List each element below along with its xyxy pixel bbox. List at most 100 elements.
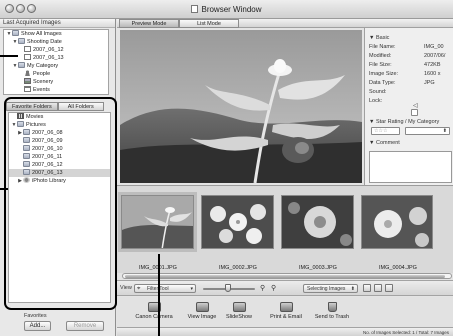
- thumbnail-1[interactable]: [118, 192, 197, 252]
- send-to-trash-button[interactable]: Send to Trash: [310, 302, 354, 320]
- tab-preview-mode[interactable]: Preview Mode: [119, 19, 179, 28]
- info-field-label: Modified:: [369, 53, 392, 59]
- tree-item-label: 2007_06_08: [32, 130, 63, 136]
- select-all-button[interactable]: [363, 284, 371, 292]
- calendar-icon: [24, 54, 31, 60]
- tab-favorite-folders[interactable]: Favorite Folders: [6, 102, 58, 111]
- tree-item[interactable]: Movies: [9, 113, 110, 121]
- tree-item-label: 2007_06_09: [32, 138, 63, 144]
- rating-header-text: Star Rating / My Category: [375, 119, 440, 125]
- folder-icon: [18, 62, 25, 68]
- thumbnail-4-image: [362, 196, 432, 248]
- zoom-slider-knob[interactable]: [225, 284, 231, 292]
- print-email-button[interactable]: Print & Email: [266, 302, 306, 320]
- tree-item[interactable]: 2007_06_12: [9, 161, 110, 169]
- scrollbar-thumb[interactable]: [125, 275, 445, 278]
- view-image-button[interactable]: View Image: [184, 302, 220, 320]
- tree-item[interactable]: ▼ Show All Images: [4, 30, 108, 38]
- zoom-in-icon[interactable]: ⚲: [271, 284, 276, 292]
- filter-tool-select[interactable]: Filter Tool ⌖ ▾: [134, 284, 196, 293]
- tree-item[interactable]: Events: [4, 86, 108, 94]
- tree-item[interactable]: ▼ Pictures: [9, 121, 110, 129]
- star-icons: ☆☆☆: [374, 128, 388, 134]
- canon-camera-label: Canon Camera: [135, 314, 173, 320]
- callout-line-top: [0, 55, 18, 57]
- tree-item[interactable]: ▼ Shooting Date: [4, 38, 108, 46]
- info-field-value: IMG_00: [424, 44, 444, 50]
- folder-icon: [23, 169, 30, 175]
- tree-item[interactable]: 2007_06_09: [9, 137, 110, 145]
- thumbnail-4[interactable]: [361, 195, 433, 249]
- thumbnail-scrollbar[interactable]: [122, 273, 452, 279]
- slideshow-icon: [232, 302, 246, 312]
- folder-icon: [12, 30, 19, 36]
- folder-icon: [17, 121, 24, 127]
- tree-item-label: Shooting Date: [27, 39, 62, 45]
- lock-checkbox[interactable]: [411, 109, 418, 116]
- window-title-text: Browser Window: [201, 5, 262, 14]
- info-field-value: 2007/06/: [424, 53, 446, 59]
- tree-item[interactable]: Scenery: [4, 78, 108, 86]
- title-bar: Browser Window: [0, 0, 453, 19]
- folder-tabs: Favorite Folders All Folders: [6, 102, 104, 111]
- info-field-label: Sound:: [369, 89, 387, 95]
- scenery-icon: [24, 78, 31, 84]
- selecting-images-text: Selecting Images: [307, 286, 346, 292]
- basic-header[interactable]: ▼ Basic: [369, 35, 389, 41]
- tree-item-label: iPhoto Library: [32, 178, 66, 184]
- disclosure-closed-icon[interactable]: ▶: [17, 177, 23, 185]
- slideshow-button[interactable]: SlideShow: [222, 302, 256, 320]
- tree-item-label: My Category: [27, 63, 59, 69]
- last-acquired-header[interactable]: Last Acquired Images: [0, 19, 115, 28]
- sort-button[interactable]: [385, 284, 393, 292]
- info-field-label: Image Size:: [369, 71, 399, 77]
- document-icon: [191, 5, 199, 13]
- comment-header[interactable]: ▼ Comment: [369, 140, 400, 146]
- canon-camera-button[interactable]: Canon Camera: [132, 302, 176, 320]
- tree-item[interactable]: 2007_06_12: [4, 46, 108, 54]
- tree-item-label: 2007_06_13: [33, 55, 64, 61]
- thumbnail-2[interactable]: [201, 195, 274, 249]
- info-panel: ▼ Basic File Name: IMG_00 Modified: 2007/06…: [364, 28, 453, 185]
- tree-item-label: Events: [33, 87, 50, 93]
- events-icon: [24, 86, 31, 92]
- tree-item-label: Pictures: [26, 122, 46, 128]
- zoom-out-icon[interactable]: ⚲: [260, 284, 265, 292]
- tree-item[interactable]: 2007_06_13: [4, 54, 108, 62]
- tab-list-mode[interactable]: List Mode: [179, 19, 239, 28]
- chevron-updown-icon: ⬍: [442, 128, 447, 134]
- remove-favorite-button[interactable]: Remove: [66, 321, 104, 331]
- thumbnail-2-label: IMG_0002.JPG: [219, 265, 257, 271]
- calendar-icon: [24, 46, 31, 52]
- folder-tree[interactable]: Movies ▼ Pictures ▶ 2007_06_08 2007_06_09 2007…: [8, 112, 111, 303]
- selecting-images-select[interactable]: Selecting Images ⬍: [303, 284, 358, 293]
- tree-item[interactable]: ▶ iPhoto Library: [9, 177, 110, 185]
- tree-item[interactable]: ▼ My Category: [4, 62, 108, 70]
- info-field-label: Lock:: [369, 98, 383, 104]
- thumbnail-3[interactable]: [281, 195, 354, 249]
- callout-line-middle: [0, 188, 8, 190]
- tree-item-label: 2007_06_10: [32, 146, 63, 152]
- tree-item[interactable]: People: [4, 70, 108, 78]
- tree-item[interactable]: 2007_06_10: [9, 145, 110, 153]
- printer-icon: [279, 302, 293, 312]
- select-none-button[interactable]: [374, 284, 382, 292]
- comment-field[interactable]: [369, 151, 452, 183]
- info-field-value: 472KB: [424, 62, 441, 68]
- star-rating-field[interactable]: ☆☆☆: [371, 127, 400, 135]
- tab-all-folders[interactable]: All Folders: [57, 102, 104, 111]
- speaker-icon: ◁: [413, 103, 418, 109]
- thumbnail-1-image: [122, 196, 193, 248]
- category-tree[interactable]: ▼ Show All Images ▼ Shooting Date 2007_06_12…: [3, 29, 109, 95]
- filter-icon: ⌖: [137, 286, 141, 292]
- tree-item[interactable]: 2007_06_11: [9, 153, 110, 161]
- tree-item[interactable]: ▶ 2007_06_08: [9, 129, 110, 137]
- chevron-down-icon: ▾: [190, 286, 193, 292]
- image-preview[interactable]: [120, 30, 362, 183]
- category-select[interactable]: ⬍: [405, 127, 450, 135]
- add-favorite-button[interactable]: Add...: [24, 321, 51, 331]
- folder-icon: [23, 137, 30, 143]
- iphoto-icon: [23, 177, 30, 183]
- rating-header[interactable]: ▼ Star Rating / My Category: [369, 119, 439, 125]
- tree-item[interactable]: 2007_06_13: [9, 169, 110, 177]
